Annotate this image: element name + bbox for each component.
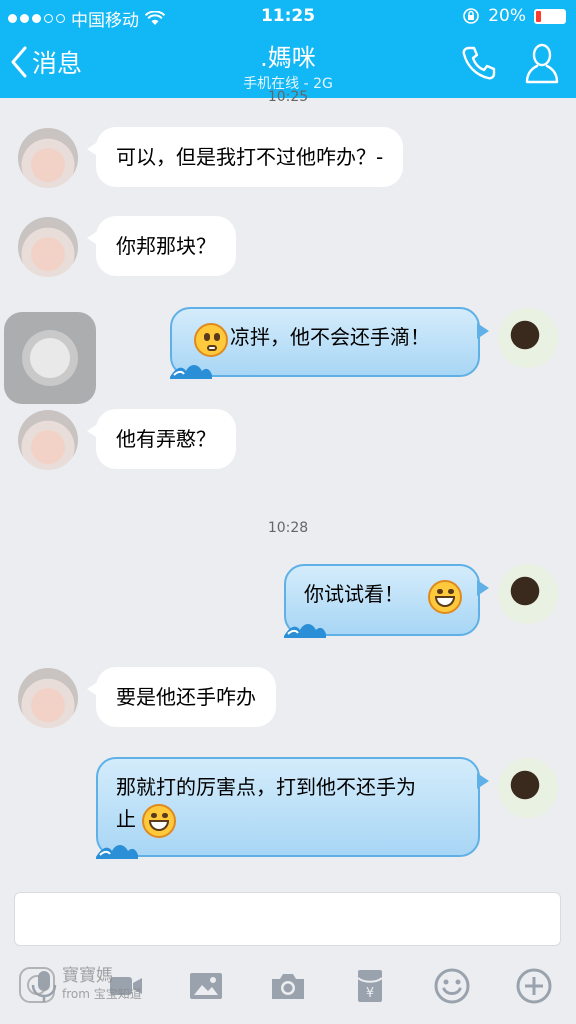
- watermark: 寶寶媽 from 宝宝知道: [18, 966, 142, 1004]
- grin-emoji-icon: [428, 580, 462, 614]
- watermark-title: 寶寶媽: [62, 966, 113, 986]
- watermark-source: from 宝宝知道: [62, 987, 142, 1001]
- battery-percent: 20%: [488, 6, 526, 26]
- contact-profile-button[interactable]: [524, 42, 560, 88]
- my-avatar[interactable]: [498, 758, 558, 818]
- rotation-lock-icon: [463, 8, 480, 24]
- message-bubble-incoming[interactable]: 他有弄憨？: [87, 409, 236, 469]
- my-avatar[interactable]: [498, 308, 558, 368]
- emoji-button[interactable]: [432, 966, 472, 1006]
- photo-button[interactable]: [186, 966, 226, 1006]
- red-packet-button[interactable]: ¥: [350, 966, 390, 1006]
- contact-avatar[interactable]: [18, 668, 78, 728]
- plus-circle-icon: [516, 968, 552, 1004]
- message-text-line2: 止: [116, 807, 136, 831]
- top-header: 中国移动 11:25 20% 消息 .媽咪 手机在线 - 2G: [0, 0, 576, 98]
- wave-decoration-icon: [284, 624, 326, 638]
- message-bubble-outgoing[interactable]: 凉拌，他不会还手滴！: [170, 307, 489, 379]
- message-bubble-outgoing[interactable]: 你试试看！: [284, 564, 489, 638]
- message-bubble-outgoing[interactable]: 那就打的厉害点，打到他不还手为 止: [96, 757, 489, 859]
- more-button[interactable]: [514, 966, 554, 1006]
- chat-area[interactable]: 10:25 可以，但是我打不过他咋办？- 你邦那块？ 凉拌，他不会还手滴！ 他有…: [0, 89, 576, 892]
- wave-decoration-icon: [96, 845, 138, 859]
- grin-emoji-icon: [142, 803, 177, 838]
- message-input[interactable]: [14, 892, 561, 946]
- call-button[interactable]: [460, 44, 498, 86]
- phone-icon: [462, 46, 496, 80]
- message-bubble-incoming[interactable]: 你邦那块？: [87, 216, 236, 276]
- status-bar: 中国移动 11:25 20%: [0, 0, 576, 32]
- message-text: 你邦那块？: [116, 234, 216, 258]
- image-icon: [190, 973, 222, 999]
- contact-avatar[interactable]: [18, 128, 78, 188]
- timestamp-partial: 10:25: [267, 89, 309, 105]
- message-text: 可以，但是我打不过他咋办？-: [116, 145, 384, 169]
- watermark-logo-icon: [19, 967, 55, 1003]
- message-text-line1: 那就打的厉害点，打到他不还手为: [116, 775, 416, 799]
- contact-avatar[interactable]: [18, 410, 78, 470]
- dizzy-emoji-icon: [194, 323, 228, 357]
- my-avatar[interactable]: [498, 564, 558, 624]
- assistive-touch-button[interactable]: [4, 312, 96, 404]
- red-packet-icon: ¥: [357, 970, 383, 1002]
- timestamp: 10:28: [267, 520, 309, 536]
- wave-decoration-icon: [170, 365, 212, 379]
- camera-button[interactable]: [268, 966, 308, 1006]
- message-bubble-incoming[interactable]: 可以，但是我打不过他咋办？-: [86, 127, 404, 187]
- message-text: 他有弄憨？: [116, 427, 216, 451]
- message-text: 凉拌，他不会还手滴！: [230, 325, 430, 349]
- person-icon: [525, 43, 559, 84]
- message-text: 你试试看！: [304, 582, 404, 606]
- battery-icon: [534, 8, 566, 24]
- camera-icon: [272, 974, 304, 999]
- message-text: 要是他还手咋办: [116, 685, 256, 709]
- svg-text:¥: ¥: [366, 986, 374, 1001]
- smiley-icon: [434, 968, 470, 1004]
- message-bubble-incoming[interactable]: 要是他还手咋办: [87, 667, 276, 727]
- contact-avatar[interactable]: [18, 217, 78, 277]
